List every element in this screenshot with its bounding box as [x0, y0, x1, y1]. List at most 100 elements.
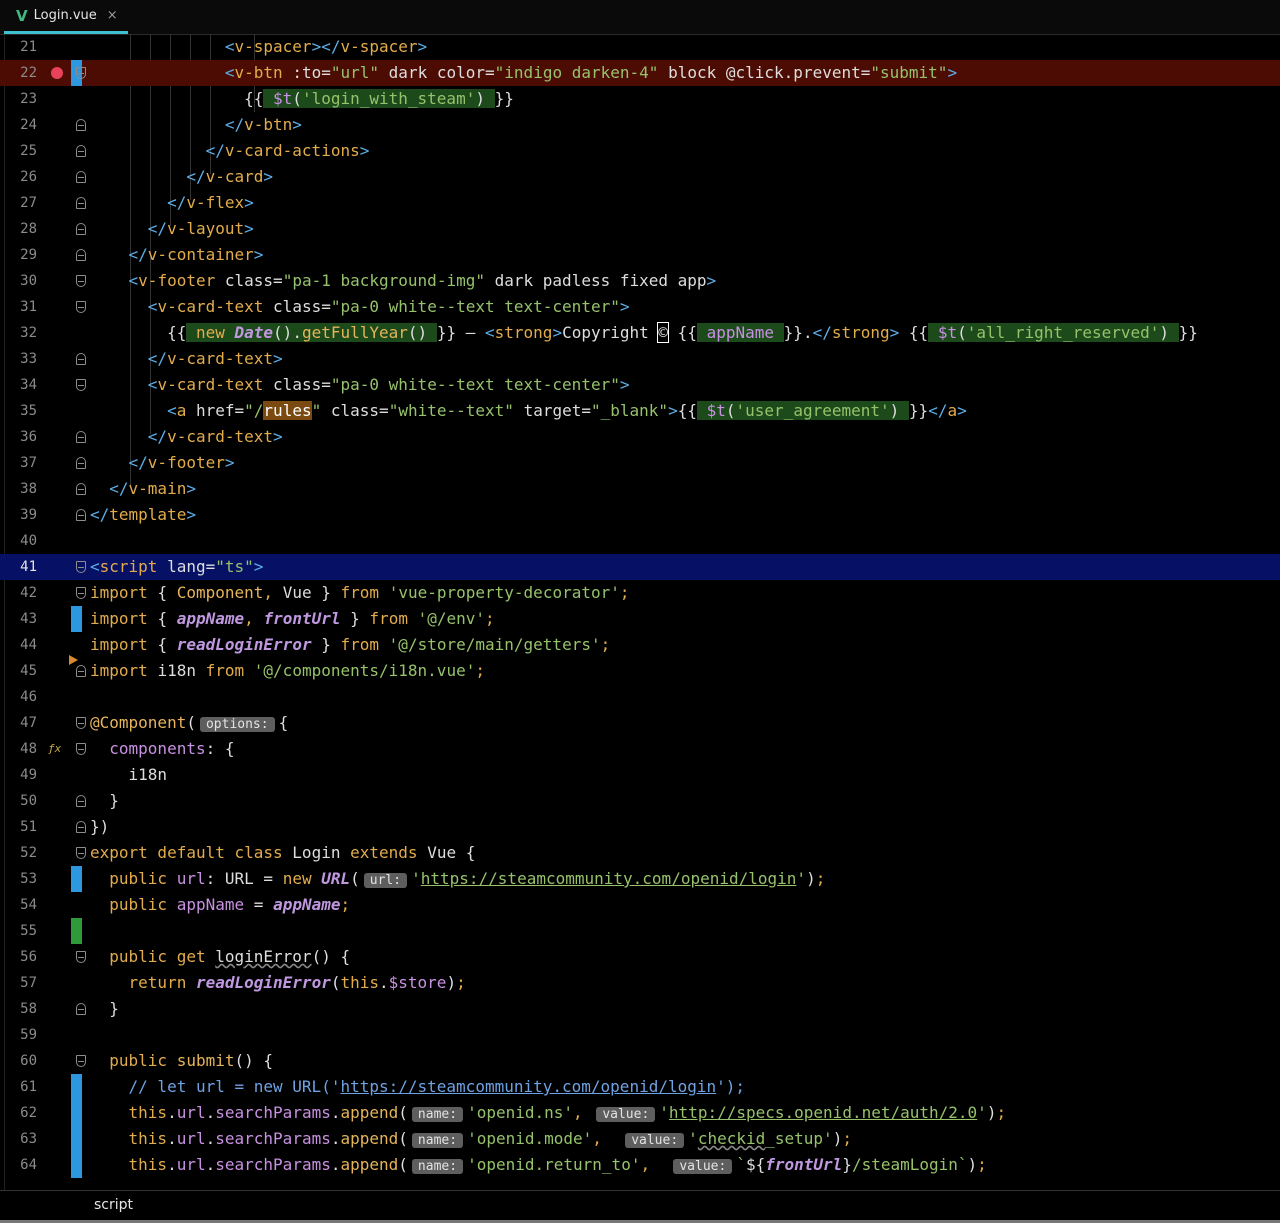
breakpoint-icon[interactable]: [51, 67, 63, 79]
line-number: 23: [20, 91, 37, 107]
tab-login-vue[interactable]: V Login.vue ×: [4, 0, 128, 34]
code-text[interactable]: </v-container>: [90, 242, 264, 268]
code-text[interactable]: <a href="/rules" class="white--text" tar…: [90, 398, 967, 424]
code-text[interactable]: import i18n from '@/components/i18n.vue'…: [90, 658, 485, 684]
code-text[interactable]: </v-card>: [90, 164, 273, 190]
code-text[interactable]: // let url = new URL('https://steamcommu…: [90, 1074, 746, 1100]
vue-logo-icon: V: [16, 6, 28, 25]
code-text[interactable]: return readLoginError(this.$store);: [90, 970, 466, 996]
change-marker-modified[interactable]: [71, 606, 82, 632]
code-line: 64 this.url.searchParams.append(name:'op…: [0, 1152, 1280, 1178]
fold-icon[interactable]: [76, 457, 86, 469]
fold-icon[interactable]: [76, 509, 86, 521]
fold-icon[interactable]: [76, 717, 86, 729]
function-icon: ƒx: [48, 742, 62, 755]
code-line: 59: [0, 1022, 1280, 1048]
code-text[interactable]: </v-card-actions>: [90, 138, 370, 164]
code-text[interactable]: </v-card-text>: [90, 424, 283, 450]
line-number: 44: [20, 637, 37, 653]
code-line: 30 <v-footer class="pa-1 background-img"…: [0, 268, 1280, 294]
fold-icon[interactable]: [76, 431, 86, 443]
code-text[interactable]: import { Component, Vue } from 'vue-prop…: [90, 580, 630, 606]
code-text[interactable]: public url: URL = new URL(url:'https://s…: [90, 866, 825, 892]
change-marker-modified[interactable]: [71, 1100, 82, 1126]
code-text[interactable]: this.url.searchParams.append(name:'openi…: [90, 1152, 987, 1178]
code-text[interactable]: <v-footer class="pa-1 background-img" da…: [90, 268, 717, 294]
fold-icon[interactable]: [76, 821, 86, 833]
fold-icon[interactable]: [76, 795, 86, 807]
fold-icon[interactable]: [76, 353, 86, 365]
fold-icon[interactable]: [76, 223, 86, 235]
fold-icon[interactable]: [76, 665, 86, 677]
code-text[interactable]: </v-card-text>: [90, 346, 283, 372]
fold-icon[interactable]: [76, 951, 86, 963]
code-text[interactable]: <v-card-text class="pa-0 white--text tex…: [90, 372, 630, 398]
code-text[interactable]: </v-main>: [90, 476, 196, 502]
code-line: 58 }: [0, 996, 1280, 1022]
code-line: 49 i18n: [0, 762, 1280, 788]
code-text[interactable]: import { readLoginError } from '@/store/…: [90, 632, 610, 658]
fold-icon[interactable]: [76, 67, 86, 79]
code-line: 32 {{ new Date().getFullYear() }} — <str…: [0, 320, 1280, 346]
code-text[interactable]: </v-footer>: [90, 450, 235, 476]
change-marker-modified[interactable]: [71, 1126, 82, 1152]
line-number: 52: [20, 845, 37, 861]
fold-icon[interactable]: [76, 561, 86, 573]
change-marker-added[interactable]: [71, 918, 82, 944]
code-text[interactable]: public appName = appName;: [90, 892, 350, 918]
code-line: 63 this.url.searchParams.append(name:'op…: [0, 1126, 1280, 1152]
code-text[interactable]: }: [90, 788, 119, 814]
fold-icon[interactable]: [76, 301, 86, 313]
code-text[interactable]: i18n: [90, 762, 168, 788]
code-text[interactable]: export default class Login extends Vue {: [90, 840, 475, 866]
code-text[interactable]: this.url.searchParams.append(name:'openi…: [90, 1126, 852, 1152]
code-text[interactable]: {{ $t('login_with_steam') }}: [90, 86, 514, 112]
code-text[interactable]: public submit() {: [90, 1048, 273, 1074]
code-line: 62 this.url.searchParams.append(name:'op…: [0, 1100, 1280, 1126]
code-text[interactable]: </v-layout>: [90, 216, 254, 242]
code-text[interactable]: <script lang="ts">: [90, 554, 263, 580]
code-line: 26 </v-card>: [0, 164, 1280, 190]
line-number: 41: [20, 559, 37, 575]
code-text[interactable]: <v-btn :to="url" dark color="indigo dark…: [90, 60, 957, 86]
code-text[interactable]: </v-flex>: [90, 190, 254, 216]
line-number: 59: [20, 1027, 37, 1043]
status-bar: script: [0, 1190, 1280, 1223]
code-text[interactable]: {{ new Date().getFullYear() }} — <strong…: [90, 320, 1198, 346]
code-line: 46: [0, 684, 1280, 710]
code-text[interactable]: </v-btn>: [90, 112, 302, 138]
code-text[interactable]: public get loginError() {: [90, 944, 350, 970]
fold-icon[interactable]: [76, 275, 86, 287]
code-text[interactable]: <v-spacer></v-spacer>: [90, 34, 427, 60]
line-number: 28: [20, 221, 37, 237]
close-icon[interactable]: ×: [107, 8, 118, 23]
fold-icon[interactable]: [76, 145, 86, 157]
code-text[interactable]: </template>: [90, 502, 196, 528]
code-text[interactable]: this.url.searchParams.append(name:'openi…: [90, 1100, 1006, 1126]
line-number: 56: [20, 949, 37, 965]
fold-icon[interactable]: [76, 171, 86, 183]
fold-icon[interactable]: [76, 587, 86, 599]
fold-icon[interactable]: [76, 379, 86, 391]
fold-icon[interactable]: [76, 847, 86, 859]
fold-icon[interactable]: [76, 119, 86, 131]
code-text[interactable]: components: {: [90, 736, 234, 762]
fold-icon[interactable]: [76, 483, 86, 495]
fold-icon[interactable]: [76, 743, 86, 755]
fold-icon[interactable]: [76, 197, 86, 209]
breadcrumb[interactable]: script: [94, 1191, 133, 1219]
code-text[interactable]: import { appName, frontUrl } from '@/env…: [90, 606, 495, 632]
code-text[interactable]: }: [90, 996, 119, 1022]
fold-icon[interactable]: [76, 1003, 86, 1015]
code-text[interactable]: @Component(options:{: [90, 710, 288, 736]
code-text[interactable]: <v-card-text class="pa-0 white--text tex…: [90, 294, 630, 320]
fold-icon[interactable]: [76, 249, 86, 261]
change-marker-modified[interactable]: [71, 866, 82, 892]
change-marker-modified[interactable]: [71, 1074, 82, 1100]
code-text[interactable]: }): [90, 814, 109, 840]
code-line: 31 <v-card-text class="pa-0 white--text …: [0, 294, 1280, 320]
code-line: 44 import { readLoginError } from '@/sto…: [0, 632, 1280, 658]
code-editor[interactable]: 21 <v-spacer></v-spacer> 22 <v-btn :to="…: [0, 34, 1280, 1190]
fold-icon[interactable]: [76, 1055, 86, 1067]
change-marker-modified[interactable]: [71, 1152, 82, 1178]
